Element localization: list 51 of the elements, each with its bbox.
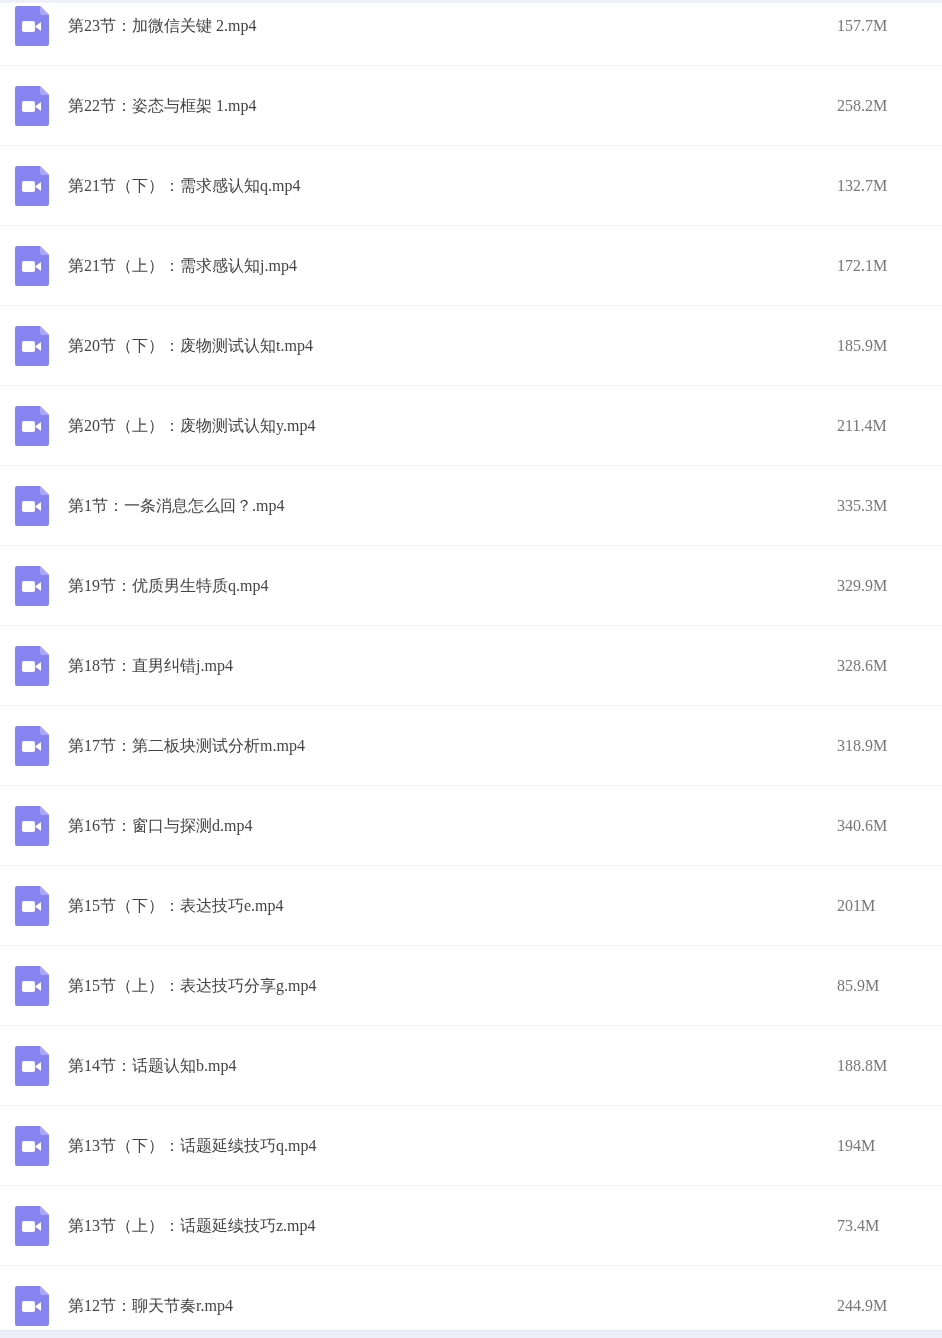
video-file-icon [15, 965, 49, 1006]
file-size: 188.8M [837, 1055, 889, 1076]
video-file-icon [15, 85, 49, 126]
video-file-icon [15, 645, 49, 686]
file-name[interactable]: 第18节：直男纠错j.mp4 [68, 653, 233, 678]
video-file-icon [15, 1125, 49, 1166]
file-name[interactable]: 第20节（上）：废物测试认知y.mp4 [68, 413, 316, 438]
video-file-icon [15, 805, 49, 846]
file-name[interactable]: 第13节（上）：话题延续技巧z.mp4 [68, 1213, 316, 1238]
file-size: 172.1M [837, 255, 889, 276]
file-name[interactable]: 第1节：一条消息怎么回？.mp4 [68, 493, 285, 518]
file-name[interactable]: 第15节（下）：表达技巧e.mp4 [68, 893, 284, 918]
file-name[interactable]: 第19节：优质男生特质q.mp4 [68, 573, 269, 598]
video-file-icon [15, 1285, 49, 1326]
video-file-icon [15, 1205, 49, 1246]
file-size: 185.9M [837, 335, 889, 356]
file-size: 157.7M [837, 15, 889, 36]
file-name[interactable]: 第20节（下）：废物测试认知t.mp4 [68, 333, 313, 358]
video-file-icon [15, 5, 49, 46]
file-name[interactable]: 第17节：第二板块测试分析m.mp4 [68, 733, 305, 758]
video-file-icon [15, 485, 49, 526]
video-file-icon [15, 405, 49, 446]
file-name[interactable]: 第14节：话题认知b.mp4 [68, 1053, 237, 1078]
file-name[interactable]: 第13节（下）：话题延续技巧q.mp4 [68, 1133, 317, 1158]
video-file-icon [15, 885, 49, 926]
file-size: 328.6M [837, 655, 889, 676]
file-size: 73.4M [837, 1215, 881, 1236]
file-size: 194M [837, 1135, 877, 1156]
file-name[interactable]: 第23节：加微信关键 2.mp4 [68, 13, 257, 38]
file-size: 335.3M [837, 495, 889, 516]
video-file-icon [15, 565, 49, 606]
video-file-icon [15, 1045, 49, 1086]
file-size: 329.9M [837, 575, 889, 596]
file-name[interactable]: 第12节：聊天节奏r.mp4 [68, 1293, 233, 1318]
file-size: 258.2M [837, 95, 889, 116]
file-name[interactable]: 第15节（上）：表达技巧分享g.mp4 [68, 973, 317, 998]
file-size: 85.9M [837, 975, 881, 996]
file-name[interactable]: 第21节（上）：需求感认知j.mp4 [68, 253, 297, 278]
file-name[interactable]: 第16节：窗口与探测d.mp4 [68, 813, 253, 838]
file-name[interactable]: 第22节：姿态与框架 1.mp4 [68, 93, 257, 118]
file-size: 318.9M [837, 735, 889, 756]
video-file-icon [15, 725, 49, 766]
video-file-icon [15, 245, 49, 286]
file-name[interactable]: 第21节（下）：需求感认知q.mp4 [68, 173, 301, 198]
video-file-icon [15, 165, 49, 206]
file-size: 340.6M [837, 815, 889, 836]
file-size: 132.7M [837, 175, 889, 196]
video-file-icon [15, 325, 49, 366]
file-size: 244.9M [837, 1295, 889, 1316]
file-size: 211.4M [837, 415, 888, 436]
file-size: 201M [837, 895, 877, 916]
